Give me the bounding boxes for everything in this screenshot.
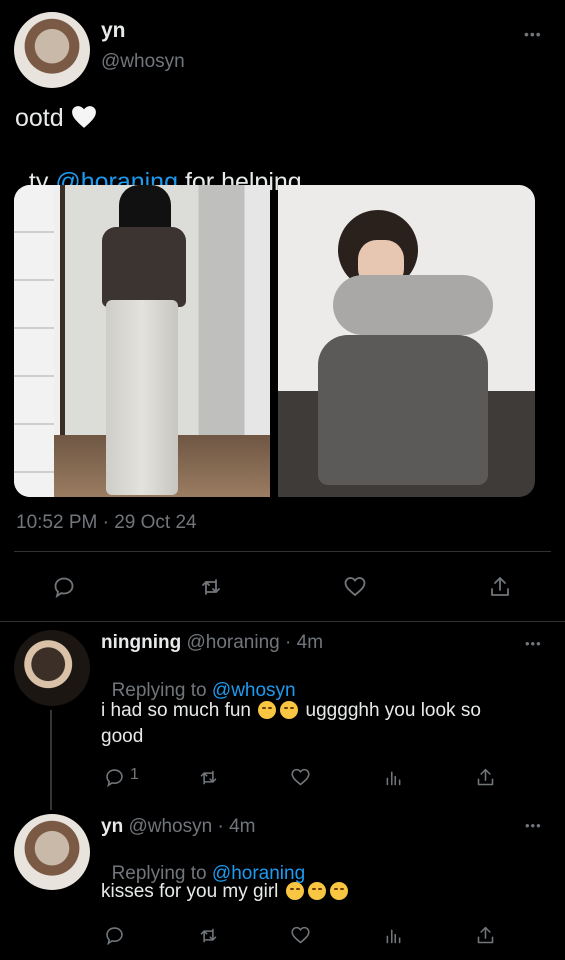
reply-text-part3: good bbox=[101, 726, 144, 747]
reply-icon[interactable] bbox=[51, 574, 77, 600]
reply-count: 1 bbox=[130, 766, 139, 783]
laughing-emoji-icon bbox=[280, 701, 299, 719]
person-arms bbox=[333, 275, 493, 335]
analytics-icon[interactable] bbox=[380, 922, 406, 948]
divider bbox=[14, 551, 551, 552]
handle[interactable]: @horaning bbox=[186, 632, 279, 653]
share-icon[interactable] bbox=[487, 574, 513, 600]
media-grid bbox=[14, 185, 535, 497]
photo-1[interactable] bbox=[14, 185, 270, 497]
display-name[interactable]: ningning bbox=[101, 632, 181, 653]
tweet-text-line1: ootd bbox=[15, 104, 97, 133]
replying-to: Replying to @whosyn bbox=[101, 658, 296, 702]
display-name[interactable]: yn bbox=[101, 816, 123, 837]
retweet-icon[interactable] bbox=[195, 764, 221, 790]
reply-text-part2: ugggghh you look so bbox=[305, 700, 481, 721]
thread-line bbox=[50, 710, 52, 810]
reply-time: · 4m bbox=[217, 816, 256, 837]
like-icon[interactable] bbox=[287, 922, 313, 948]
person-jacket bbox=[102, 227, 186, 307]
more-options-icon[interactable]: ••• bbox=[525, 818, 542, 833]
tweet-text-ootd: ootd bbox=[15, 104, 64, 132]
reply-header: yn @whosyn · 4m bbox=[101, 816, 255, 838]
retweet-icon[interactable] bbox=[198, 574, 224, 600]
reply-text-body: kisses for you my girl bbox=[101, 881, 279, 902]
timestamp[interactable]: 10:52 PM · 29 Oct 24 bbox=[16, 512, 197, 534]
avatar[interactable] bbox=[14, 630, 90, 706]
reply-text: i had so much fun ugggghh you look so go… bbox=[101, 698, 541, 750]
reply-text-part1: i had so much fun bbox=[101, 700, 251, 721]
like-icon[interactable] bbox=[342, 574, 368, 600]
laughing-emoji-icon bbox=[258, 701, 277, 719]
handle[interactable]: @whosyn bbox=[101, 51, 185, 73]
divider bbox=[0, 621, 565, 622]
shelf bbox=[14, 185, 54, 497]
analytics-icon[interactable] bbox=[380, 764, 406, 790]
photo-2[interactable] bbox=[278, 185, 535, 497]
kissing-emoji-icon bbox=[285, 882, 304, 900]
avatar[interactable] bbox=[14, 814, 90, 890]
more-options-icon[interactable]: ••• bbox=[524, 26, 542, 42]
handle[interactable]: @whosyn bbox=[128, 816, 212, 837]
more-options-icon[interactable]: ••• bbox=[525, 636, 542, 651]
white-heart-icon bbox=[71, 106, 96, 128]
person-pants bbox=[106, 300, 178, 495]
share-icon[interactable] bbox=[472, 764, 498, 790]
avatar[interactable] bbox=[14, 12, 90, 88]
retweet-icon[interactable] bbox=[195, 922, 221, 948]
kissing-emoji-icon bbox=[329, 882, 348, 900]
reply-icon[interactable] bbox=[101, 922, 127, 948]
display-name[interactable]: yn bbox=[101, 19, 126, 43]
reply-time: · 4m bbox=[285, 632, 324, 653]
person-legs bbox=[318, 335, 488, 485]
kissing-emoji-icon bbox=[307, 882, 326, 900]
reply-icon[interactable] bbox=[101, 764, 127, 790]
reply-text: kisses for you my girl bbox=[101, 879, 350, 905]
reply-header: ningning @horaning · 4m bbox=[101, 632, 323, 654]
like-icon[interactable] bbox=[287, 764, 313, 790]
share-icon[interactable] bbox=[472, 922, 498, 948]
